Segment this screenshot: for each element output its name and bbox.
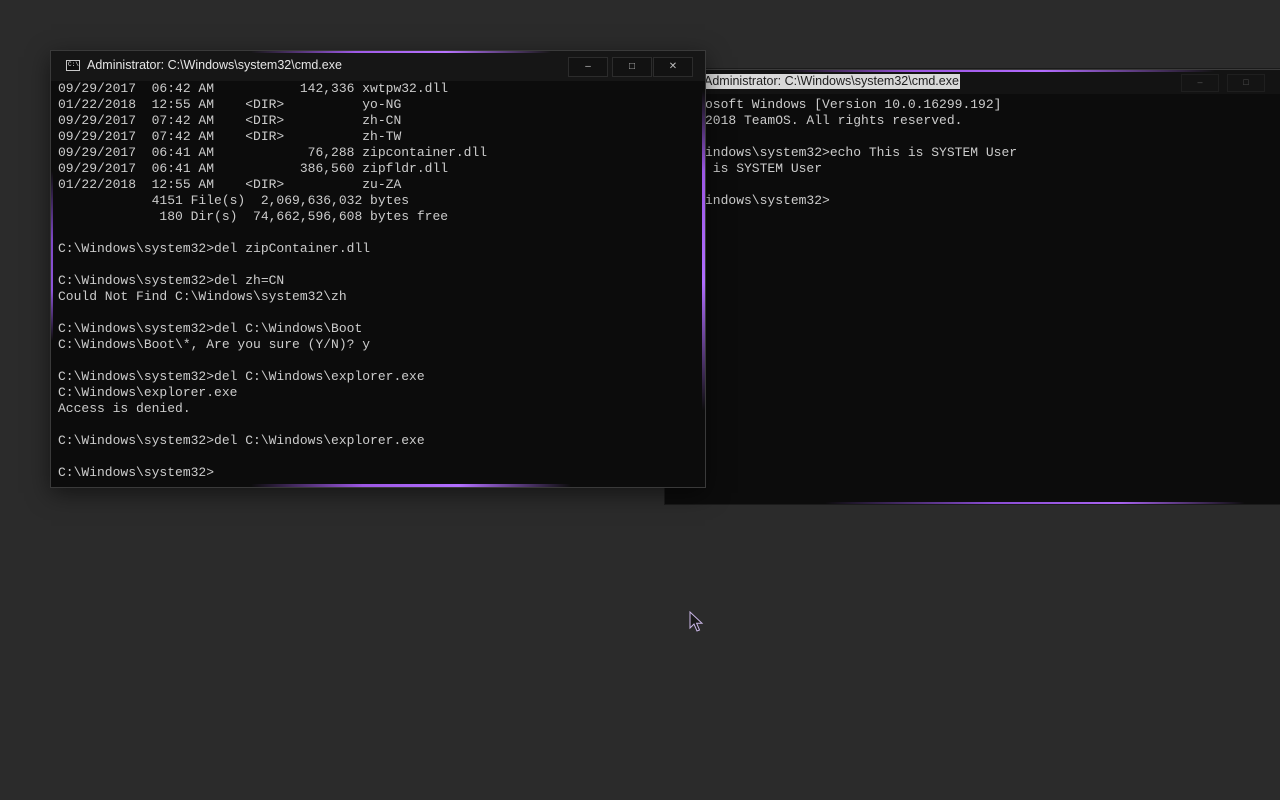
console-line: is SYSTEM User [705, 161, 823, 176]
window-glow-top [785, 70, 1215, 72]
console-line: C:\Windows\system32>del C:\Windows\explo… [58, 433, 425, 448]
window-glow-top [251, 51, 551, 53]
window-glow-bottom [251, 484, 571, 487]
console-line: C:\Windows\system32>del zipContainer.dll [58, 241, 371, 256]
window-title: Administrator: C:\Windows\system32\cmd.e… [703, 74, 960, 89]
mouse-pointer-icon [689, 611, 704, 632]
maximize-button[interactable]: □ [1227, 74, 1265, 92]
console-line: indows\system32> [705, 193, 830, 208]
console-line: Access is denied. [58, 401, 191, 416]
console-line: C:\Windows\system32>del C:\Windows\Boot [58, 321, 363, 336]
close-button[interactable]: ✕ [653, 57, 693, 77]
console-line: 09/29/2017 07:42 AM <DIR> zh-TW [58, 129, 402, 144]
console-line: 180 Dir(s) 74,662,596,608 bytes free [58, 209, 449, 224]
console-line: 09/29/2017 06:42 AM 142,336 xwtpw32.dll [58, 81, 449, 96]
console-line: 01/22/2018 12:55 AM <DIR> yo-NG [58, 97, 402, 112]
console-line: C:\Windows\system32>del zh=CN [58, 273, 285, 288]
console-line: C:\Windows\Boot\*, Are you sure (Y/N)? y [58, 337, 371, 352]
console-line: indows\system32>echo This is SYSTEM User [705, 145, 1018, 160]
console-output[interactable]: osoft Windows [Version 10.0.16299.192] 20… [665, 94, 1280, 504]
console-line: 2018 TeamOS. All rights reserved. [705, 113, 963, 128]
console-line: 09/29/2017 07:42 AM <DIR> zh-CN [58, 113, 402, 128]
console-line: Could Not Find C:\Windows\system32\zh [58, 289, 347, 304]
window-glow-bottom [825, 502, 1245, 504]
window-title: Administrator: C:\Windows\system32\cmd.e… [87, 58, 342, 72]
console-line: C:\Windows\system32>del C:\Windows\explo… [58, 369, 425, 384]
console-window-background[interactable]: Administrator: C:\Windows\system32\cmd.e… [665, 69, 1280, 504]
console-line: 4151 File(s) 2,069,636,032 bytes [58, 193, 410, 208]
cmd-icon-glyph: C:\ [68, 61, 79, 68]
console-output[interactable]: 09/29/2017 06:42 AM 142,336 xwtpw32.dll 0… [51, 81, 705, 487]
console-line: C:\Windows\system32> [58, 465, 215, 480]
cmd-icon[interactable]: C:\ [66, 60, 80, 71]
minimize-button[interactable]: – [1181, 74, 1219, 92]
console-line: osoft Windows [Version 10.0.16299.192] [705, 97, 1002, 112]
window-titlebar[interactable]: Administrator: C:\Windows\system32\cmd.e… [665, 70, 1280, 94]
desktop[interactable]: Administrator: C:\Windows\system32\cmd.e… [0, 0, 1280, 800]
minimize-button[interactable]: – [568, 57, 608, 77]
console-line: 01/22/2018 12:55 AM <DIR> zu-ZA [58, 177, 402, 192]
console-window-active[interactable]: C:\ Administrator: C:\Windows\system32\c… [51, 51, 705, 487]
window-titlebar[interactable]: C:\ Administrator: C:\Windows\system32\c… [51, 51, 705, 81]
console-line: 09/29/2017 06:41 AM 386,560 zipfldr.dll [58, 161, 449, 176]
console-line: 09/29/2017 06:41 AM 76,288 zipcontainer.… [58, 145, 488, 160]
console-line: C:\Windows\explorer.exe [58, 385, 238, 400]
maximize-button[interactable]: □ [612, 57, 652, 77]
